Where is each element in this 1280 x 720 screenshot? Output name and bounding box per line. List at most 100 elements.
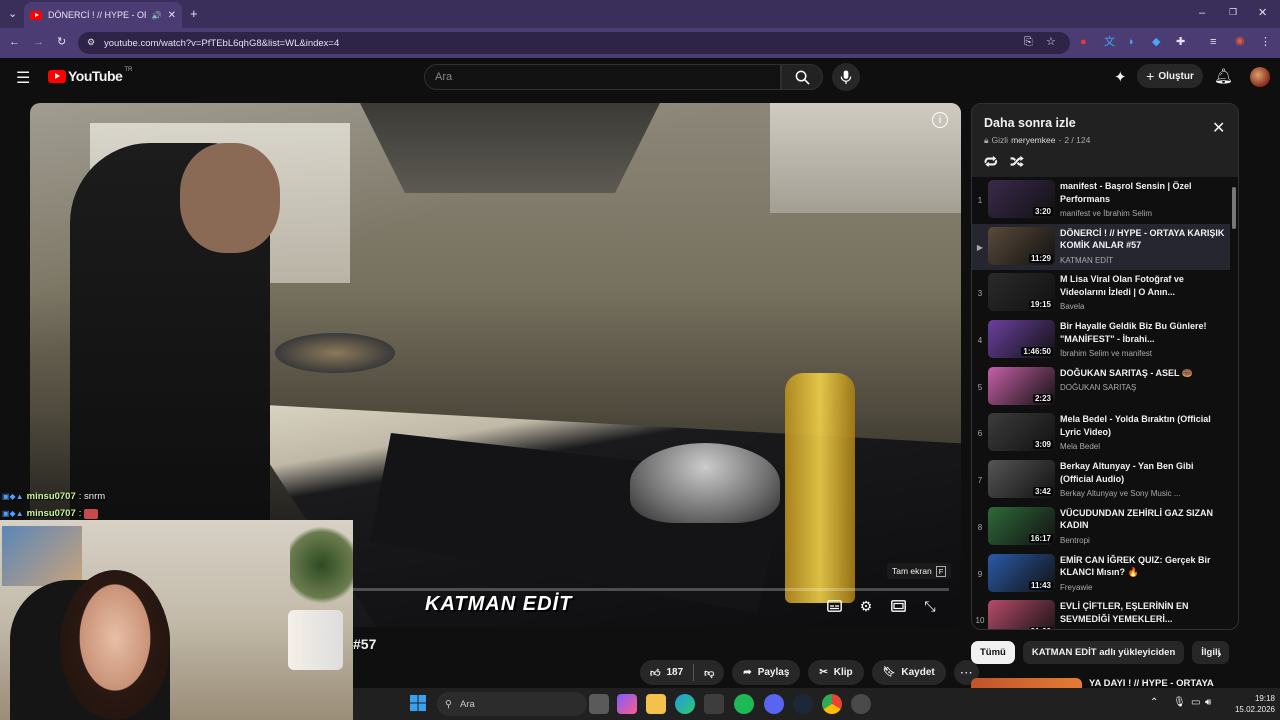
chevron-right-icon[interactable]: › xyxy=(1217,645,1222,661)
tray-chevron-icon[interactable]: ⌃ xyxy=(1150,697,1158,708)
notifications-bell-icon[interactable]: 🔔︎ xyxy=(1214,67,1233,85)
playlist-item-title[interactable]: Berkay Altunyay - Yan Ben Gibi (Official… xyxy=(1060,460,1225,485)
playlist-item-channel[interactable]: Mela Bedel xyxy=(1060,442,1225,451)
playlist-item[interactable]: 3 19:15 M Lisa Viral Olan Fotoğraf ve Vide… xyxy=(972,270,1230,317)
playlist-item[interactable]: 1 3:20 manifest - Başrol Sensin | Özel Per… xyxy=(972,177,1230,224)
restore-icon[interactable]: ❐ xyxy=(1229,8,1237,17)
playlist-title[interactable]: Daha sonra izle xyxy=(984,116,1076,130)
bookmark-star-icon[interactable]: ☆ xyxy=(1046,37,1056,48)
back-icon[interactable]: ← xyxy=(9,37,20,48)
playlist-item-title[interactable]: Mela Bedel - Yolda Bıraktın (Official Ly… xyxy=(1060,413,1225,438)
taskbar-search[interactable]: ⚲ Ara xyxy=(437,692,587,716)
playlist-item[interactable]: 6 3:09 Mela Bedel - Yolda Bıraktın (Offici… xyxy=(972,410,1230,457)
voice-search-button[interactable] xyxy=(832,63,860,91)
playlist-item-title[interactable]: VÜCUDUNDAN ZEHİRLİ GAZ SIZAN KADIN xyxy=(1060,507,1225,532)
scrollbar-thumb[interactable] xyxy=(1232,187,1236,229)
sparkle-icon[interactable]: ✦ xyxy=(1114,68,1127,86)
shuffle-icon[interactable]: 🔀︎ xyxy=(1010,151,1024,172)
playlist-item-channel[interactable]: manifest ve İbrahim Selim xyxy=(1060,209,1225,218)
create-button[interactable]: + Oluştur xyxy=(1137,64,1203,88)
forward-icon[interactable]: → xyxy=(33,37,44,48)
copilot-icon[interactable] xyxy=(617,694,637,714)
browser-tab[interactable]: DÖNERCİ ! // HYPE - ORTAYA 🔊 ✕ xyxy=(24,2,182,28)
hamburger-menu-icon[interactable]: ☰ xyxy=(16,68,30,88)
network-icon[interactable]: ▭ xyxy=(1191,697,1200,708)
taskbar-clock[interactable]: 19:18 15.02.2026 xyxy=(1219,693,1275,715)
playlist-item-thumbnail[interactable]: 31:22 xyxy=(988,600,1055,629)
tab-audio-icon[interactable]: 🔊 xyxy=(152,11,162,20)
playlist-item[interactable]: 8 16:17 VÜCUDUNDAN ZEHİRLİ GAZ SIZAN KADIN… xyxy=(972,504,1230,551)
playlist-item-channel[interactable]: Bavela xyxy=(1060,302,1225,311)
extension-audio-icon[interactable]: ◗ xyxy=(1128,37,1135,48)
theater-mode-icon[interactable] xyxy=(888,595,908,617)
extension-translate-icon[interactable]: 文 xyxy=(1104,37,1115,48)
site-info-icon[interactable]: ⚙ xyxy=(87,38,95,47)
playlist-item-thumbnail[interactable]: 3:42 xyxy=(988,460,1055,499)
playlist-item-thumbnail[interactable]: 1:46:50 xyxy=(988,320,1055,359)
playlist-item-channel[interactable]: İbrahim Selim ve manifest xyxy=(1060,349,1225,358)
install-app-icon[interactable]: ⎘ xyxy=(1024,37,1033,48)
dislike-button[interactable]: 👎︎ xyxy=(694,660,724,685)
captions-icon[interactable] xyxy=(824,595,844,617)
playlist-item-title[interactable]: EVLİ ÇİFTLER, EŞLERİNİN EN SEVMEDİĞİ YEM… xyxy=(1060,600,1225,625)
save-button[interactable]: 🔖︎ Kaydet xyxy=(871,660,946,685)
playlist-owner[interactable]: meryemkee xyxy=(1011,135,1055,146)
new-tab-icon[interactable]: + xyxy=(190,7,198,20)
playlist-item-thumbnail[interactable]: 3:20 xyxy=(988,180,1055,218)
volume-icon[interactable]: 🔊︎ xyxy=(1205,697,1211,708)
steam-icon[interactable] xyxy=(793,694,813,714)
youtube-logo[interactable]: YouTube TR xyxy=(48,67,132,84)
windows-start-icon[interactable] xyxy=(409,694,429,714)
close-icon[interactable]: ✕ xyxy=(1212,118,1225,138)
playlist-item-channel[interactable]: Berkay Altunyay ve Sony Music ... xyxy=(1060,489,1225,498)
loop-icon[interactable]: 🔁︎ xyxy=(984,151,998,172)
tab-search-icon[interactable]: ⌄ xyxy=(8,9,17,20)
playlist-item[interactable]: ▶ 11:29 DÖNERCİ ! // HYPE - ORTAYA KARIŞIK… xyxy=(972,223,1230,271)
window-close-icon[interactable]: ✕ xyxy=(1258,8,1267,19)
playlist-item-channel[interactable]: DOĞUKAN SARITAŞ xyxy=(1060,383,1225,392)
browser-menu-icon[interactable]: ⋮ xyxy=(1260,37,1271,48)
playlist-item-title[interactable]: Bir Hayalle Geldik Biz Bu Günlere! "MANİ… xyxy=(1060,320,1225,345)
spotify-icon[interactable] xyxy=(734,694,754,714)
store-icon[interactable] xyxy=(704,694,724,714)
playlist-item-thumbnail[interactable]: 3:09 xyxy=(988,413,1055,452)
minimize-icon[interactable]: – xyxy=(1199,8,1205,19)
extension-red-icon[interactable]: ● xyxy=(1080,37,1087,48)
like-button[interactable]: 👍︎ 187 xyxy=(640,660,693,685)
playlist-item-channel[interactable]: Freyawie xyxy=(1060,583,1225,592)
chip-all[interactable]: Tümü xyxy=(971,641,1015,664)
playlist-item-thumbnail[interactable]: 11:43 xyxy=(988,553,1055,592)
discord-icon[interactable] xyxy=(764,694,784,714)
reading-list-icon[interactable]: ≡ xyxy=(1210,37,1216,48)
extension-shield-icon[interactable]: ◆ xyxy=(1152,37,1160,48)
playlist-item-title[interactable]: M Lisa Viral Olan Fotoğraf ve Videoların… xyxy=(1060,273,1225,298)
address-bar[interactable]: ⚙ youtube.com/watch?v=PfTEbL6qhG8&list=W… xyxy=(78,32,1070,54)
playlist-item[interactable]: 9 11:43 EMİR CAN İĞREK QUIZ: Gerçek Bir KL… xyxy=(972,551,1230,598)
playlist-item-channel[interactable]: KATMAN EDİT xyxy=(1060,256,1225,265)
playlist-item-title[interactable]: DOĞUKAN SARITAŞ - ASEL 🍩 xyxy=(1060,367,1225,380)
chip-from-uploader[interactable]: KATMAN EDİT adlı yükleyiciden xyxy=(1022,641,1185,664)
settings-icon[interactable]: ⚙ xyxy=(856,595,876,617)
playlist-item-title[interactable]: manifest - Başrol Sensin | Özel Performa… xyxy=(1060,180,1225,205)
playlist-item-title[interactable]: DÖNERCİ ! // HYPE - ORTAYA KARIŞIK KOMİK… xyxy=(1060,227,1225,252)
playlist-item-thumbnail[interactable]: 19:15 xyxy=(988,273,1055,312)
info-icon[interactable]: i xyxy=(932,112,948,128)
search-button[interactable] xyxy=(781,64,823,90)
chrome-icon[interactable] xyxy=(822,694,842,714)
obs-icon[interactable] xyxy=(851,694,871,714)
playlist-item-title[interactable]: EMİR CAN İĞREK QUIZ: Gerçek Bir KLANCI M… xyxy=(1060,554,1225,579)
playlist-item[interactable]: 4 1:46:50 Bir Hayalle Geldik Biz Bu Günler… xyxy=(972,317,1230,364)
playlist-item-channel[interactable]: Bentropi xyxy=(1060,536,1225,545)
edge-icon[interactable] xyxy=(675,694,695,714)
playlist-item[interactable]: 10 31:22 EVLİ ÇİFTLER, EŞLERİNİN EN SEVMED… xyxy=(972,597,1230,629)
tab-close-icon[interactable]: ✕ xyxy=(168,10,176,21)
task-view-icon[interactable] xyxy=(589,694,609,714)
clip-button[interactable]: ✂ Klip xyxy=(808,660,864,685)
extensions-puzzle-icon[interactable]: ✚ xyxy=(1176,37,1185,48)
account-avatar[interactable] xyxy=(1250,67,1270,87)
share-button[interactable]: ➦ Paylaş xyxy=(732,660,801,685)
playlist-item[interactable]: 5 2:23 DOĞUKAN SARITAŞ - ASEL 🍩 DOĞUKAN SAR… xyxy=(972,364,1230,411)
file-explorer-icon[interactable] xyxy=(646,694,666,714)
playlist-item-thumbnail[interactable]: 16:17 xyxy=(988,506,1055,545)
playlist-item[interactable]: 7 3:42 Berkay Altunyay - Yan Ben Gibi (Off… xyxy=(972,457,1230,504)
